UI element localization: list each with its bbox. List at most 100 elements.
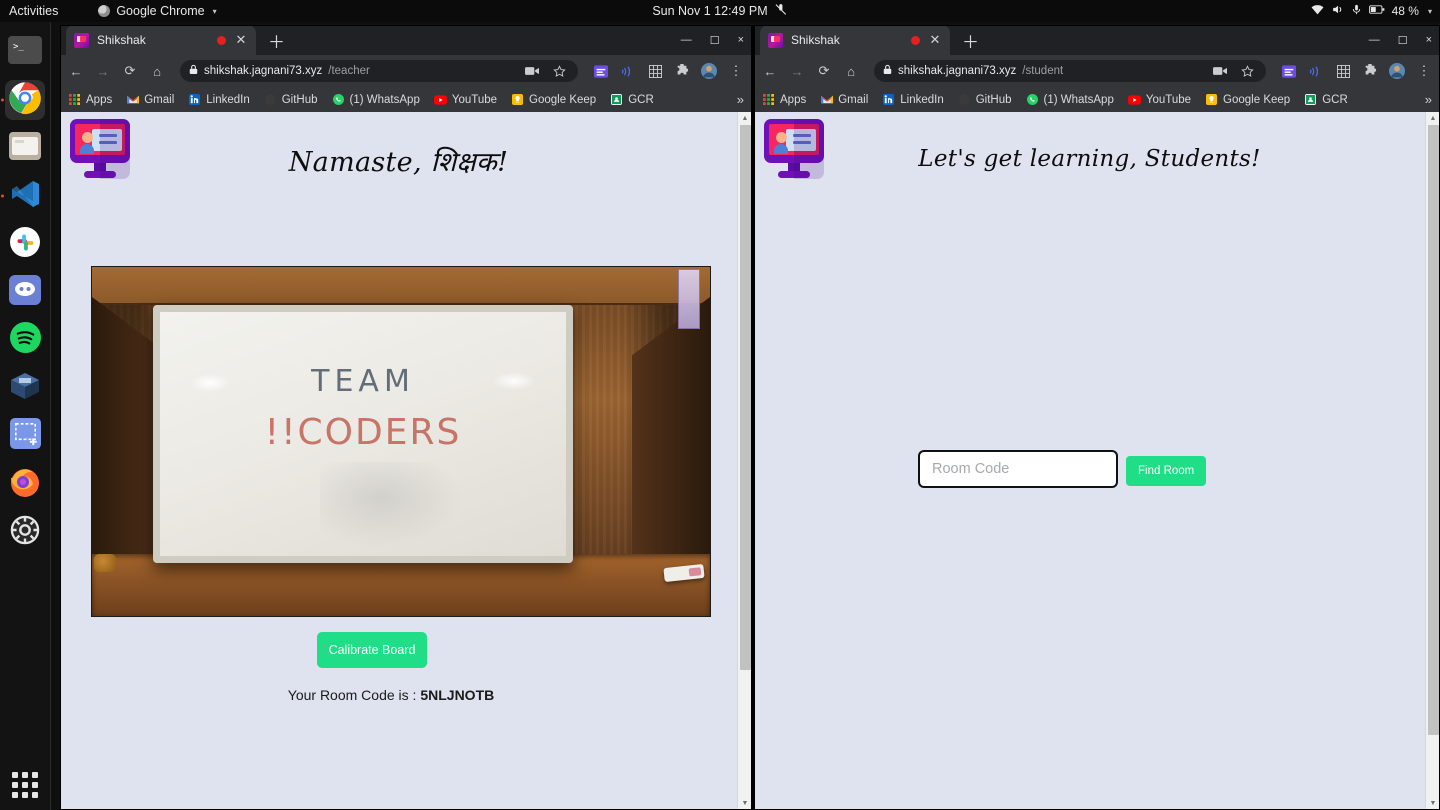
bookmark-whatsapp[interactable]: (1) WhatsApp [1026,93,1114,106]
activities-button[interactable]: Activities [9,4,58,18]
bookmark-github[interactable]: GitHub [264,93,318,106]
avatar-icon[interactable] [701,63,717,79]
new-tab-button[interactable]: ＋ [962,28,979,53]
bookmarks-overflow-button[interactable]: » [1425,92,1432,107]
wifi-icon [1311,4,1324,18]
room-code-display: Your Room Code is : 5NLJNOTB [60,687,722,703]
home-icon[interactable]: ⌂ [843,63,859,79]
bookmark-gmail[interactable]: Gmail [820,93,868,106]
bookmark-google-keep[interactable]: Google Keep [511,93,596,106]
dock-item-google-chrome[interactable] [1,80,45,120]
bookmark-label: Apps [86,93,113,106]
ubuntu-dock: >_ [0,22,51,810]
shikshak-monitor-favicon [768,32,783,48]
video-camera-icon[interactable] [1212,63,1228,79]
arrow-left-icon[interactable]: ← [762,63,778,79]
scrollbar-track[interactable] [738,125,752,797]
video-camera-icon[interactable] [524,63,540,79]
reload-icon[interactable]: ⟳ [816,63,832,79]
window-divider [752,25,754,810]
reload-icon[interactable]: ⟳ [122,63,138,79]
bookmark-whatsapp[interactable]: (1) WhatsApp [332,93,420,106]
scrollbar-thumb[interactable] [740,125,751,670]
close-icon[interactable]: ✕ [234,32,248,48]
clock-button[interactable]: Sun Nov 1 12:49 PM [652,3,787,19]
dock-item-settings[interactable] [5,512,45,552]
bookmark-linkedin[interactable]: LinkedIn [188,93,250,106]
puzzle-extension-icon[interactable] [674,63,690,79]
dock-item-screenshot[interactable] [5,416,45,456]
scroll-up-arrow-icon[interactable]: ▲ [742,112,749,125]
new-tab-button[interactable]: ＋ [268,28,285,53]
close-icon[interactable]: ✕ [928,32,942,48]
dock-item-visual-studio-code[interactable] [1,176,45,216]
reading-list-icon[interactable] [593,63,609,79]
avatar-icon[interactable] [1389,63,1405,79]
scroll-down-arrow-icon[interactable]: ▼ [742,797,749,810]
linkedin-icon [188,93,201,106]
address-bar-teacher[interactable]: shikshak.jagnani73.xyz/teacher [180,60,578,82]
scrollbar-track[interactable] [1426,125,1440,797]
three-dot-menu-icon[interactable]: ⋮ [1416,63,1432,79]
room-code-input[interactable] [918,450,1118,488]
dock-item-slack[interactable] [5,224,45,264]
calibrate-board-button[interactable]: Calibrate Board [317,632,427,668]
puzzle-extension-icon[interactable] [1362,63,1378,79]
spotify-icon [9,322,41,358]
reading-list-icon[interactable] [1281,63,1297,79]
grid-extension-icon[interactable] [1335,63,1351,79]
student-page-scrollbar[interactable]: ▲ ▼ [1425,112,1440,810]
app-menu-button[interactable]: Google Chrome ▾ [98,4,217,18]
tab-shikshak-teacher[interactable]: Shikshak ✕ [66,25,256,55]
maximize-button[interactable]: ☐ [1398,34,1408,47]
dock-item-terminal[interactable]: >_ [5,32,45,72]
bookmark-label: GCR [1322,93,1348,106]
star-icon[interactable] [551,63,567,79]
close-window-button[interactable]: × [738,34,744,46]
dock-item-virtualbox[interactable] [5,368,45,408]
address-bar-student[interactable]: shikshak.jagnani73.xyz/student [874,60,1266,82]
three-dot-menu-icon[interactable]: ⋮ [728,63,744,79]
show-applications-button[interactable] [12,772,38,798]
dock-item-discord[interactable] [5,272,45,312]
cast-audio-icon[interactable] [1308,63,1324,79]
minimize-button[interactable]: — [1369,34,1380,46]
arrow-left-icon[interactable]: ← [68,63,84,79]
keep-icon [1205,93,1218,106]
scroll-up-arrow-icon[interactable]: ▲ [1430,112,1437,125]
system-status-area[interactable]: 48 % ▾ [1311,3,1432,19]
battery-percentage: 48 % [1391,4,1419,18]
bookmark-linkedin[interactable]: LinkedIn [882,93,944,106]
teacher-page-scrollbar[interactable]: ▲ ▼ [737,112,752,810]
bookmark-youtube[interactable]: YouTube [1127,93,1191,106]
dock-item-files[interactable] [5,128,45,168]
find-room-button[interactable]: Find Room [1126,455,1207,486]
whiteboard-camera-feed[interactable]: TEAM !!CODERS [91,266,711,617]
star-icon[interactable] [1239,63,1255,79]
bookmark-google-keep[interactable]: Google Keep [1205,93,1290,106]
bookmark-gmail[interactable]: Gmail [126,93,174,106]
room-code-prefix: Your Room Code is : [287,687,421,703]
dock-item-firefox[interactable] [5,464,45,504]
bookmark-gcr[interactable]: GCR [1304,93,1348,106]
minimize-button[interactable]: — [681,34,692,46]
cast-audio-icon[interactable] [620,63,636,79]
virtualbox-icon [9,371,41,406]
scrollbar-thumb[interactable] [1428,125,1439,735]
arrow-right-icon[interactable]: → [789,63,805,79]
whiteboard-text-line-2: !!CODERS [264,412,462,453]
home-icon[interactable]: ⌂ [149,63,165,79]
scroll-down-arrow-icon[interactable]: ▼ [1430,797,1437,810]
bookmark-gcr[interactable]: GCR [610,93,654,106]
bookmark-github[interactable]: GitHub [958,93,1012,106]
bookmark-youtube[interactable]: YouTube [433,93,497,106]
grid-extension-icon[interactable] [647,63,663,79]
bookmarks-overflow-button[interactable]: » [737,92,744,107]
dock-item-spotify[interactable] [5,320,45,360]
bookmark-apps[interactable]: Apps [68,93,112,106]
bookmark-apps[interactable]: Apps [762,93,806,106]
tab-shikshak-student[interactable]: Shikshak ✕ [760,25,950,55]
maximize-button[interactable]: ☐ [710,34,720,47]
close-window-button[interactable]: × [1426,34,1432,46]
arrow-right-icon[interactable]: → [95,63,111,79]
